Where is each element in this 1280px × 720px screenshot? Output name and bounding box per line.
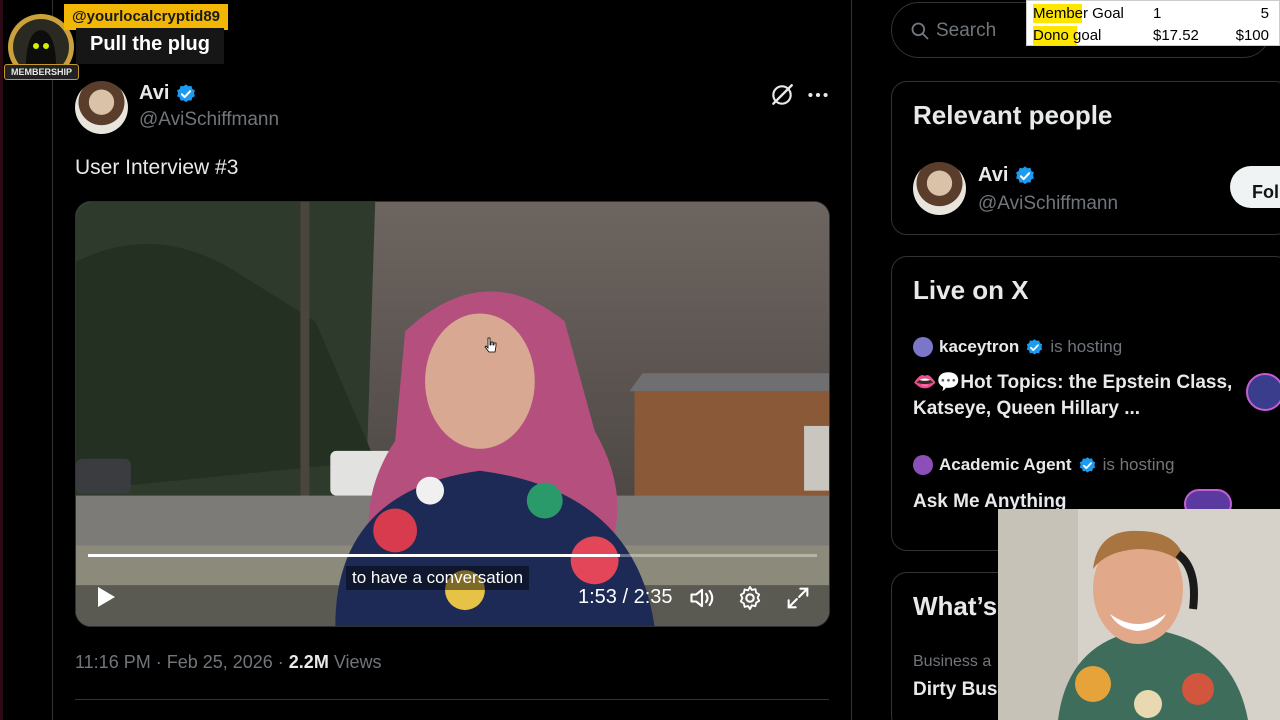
left-edge xyxy=(0,0,3,720)
relevant-people-card: Relevant people Avi @AviSchiffmann Fol xyxy=(891,81,1280,235)
settings-gear-icon[interactable] xyxy=(736,584,764,612)
search-icon xyxy=(911,22,929,40)
video-time: 1:53 / 2:35 xyxy=(578,586,673,608)
overlay-title: Pull the plug xyxy=(76,28,224,64)
dono-goal-current: $17.52 xyxy=(1153,27,1199,44)
trends-title: What’s xyxy=(913,591,998,621)
post-meta: 11:16 PM · Feb 25, 2026 · 2.2M Views xyxy=(75,652,382,673)
trend-name[interactable]: Dirty Bus xyxy=(913,679,997,701)
dono-goal-target: $100 xyxy=(1235,27,1269,44)
author-name-row[interactable]: Avi xyxy=(139,82,197,105)
webcam-feed xyxy=(998,509,1280,720)
membership-tag: MEMBERSHIP xyxy=(4,64,80,80)
trend-category: Business a xyxy=(913,653,992,670)
member-goal-row: Member Goal 1 5 xyxy=(1033,3,1277,23)
dono-goal-label: Dono goal xyxy=(1033,27,1102,44)
author-name[interactable]: Avi xyxy=(139,82,169,105)
overlay-username: @yourlocalcryptid89 xyxy=(64,4,229,30)
relevant-people-title: Relevant people xyxy=(913,100,1113,130)
host-name[interactable]: Academic Agent xyxy=(939,455,1072,475)
post-column: Avi @AviSchiffmann User Interview #3 to … xyxy=(52,0,852,720)
space-host-row[interactable]: kaceytron is hosting xyxy=(913,337,1122,357)
person-name-row[interactable]: Avi xyxy=(978,164,1036,187)
fullscreen-icon[interactable] xyxy=(784,584,812,612)
member-goal-target: 5 xyxy=(1260,5,1269,22)
author-avatar[interactable] xyxy=(75,81,128,134)
divider xyxy=(75,699,829,700)
video-player[interactable]: to have a conversation 1:53 / 2:35 xyxy=(75,201,830,627)
post-text: User Interview #3 xyxy=(75,156,239,179)
person-name[interactable]: Avi xyxy=(978,164,1008,187)
verified-badge-icon xyxy=(177,83,196,102)
video-frame xyxy=(76,202,829,626)
space-host-avatar[interactable] xyxy=(1246,373,1280,411)
member-goal-current: 1 xyxy=(1153,5,1162,22)
dono-goal-row: Dono goal $17.52 $100 xyxy=(1033,25,1277,45)
person-avatar[interactable] xyxy=(913,162,966,215)
member-goal-label: Member Goal xyxy=(1033,5,1124,22)
space-host-row[interactable]: Academic Agent is hosting xyxy=(913,455,1174,475)
host-avatar xyxy=(913,337,933,357)
views-label: Views xyxy=(328,652,382,672)
host-name[interactable]: kaceytron xyxy=(939,337,1019,357)
video-progress-fill xyxy=(88,554,621,557)
host-avatar xyxy=(913,455,933,475)
play-icon[interactable] xyxy=(94,584,118,610)
webcam-image xyxy=(998,509,1280,720)
follow-button[interactable]: Fol xyxy=(1230,166,1280,208)
host-suffix: is hosting xyxy=(1050,337,1123,356)
views-count: 2.2M xyxy=(288,652,329,672)
person-handle[interactable]: @AviSchiffmann xyxy=(978,193,1118,215)
video-caption: to have a conversation xyxy=(346,566,530,590)
post-timestamp[interactable]: 11:16 PM · Feb 25, 2026 · xyxy=(75,652,289,672)
goals-panel: Member Goal 1 5 Dono goal $17.52 $100 xyxy=(1026,0,1280,46)
space-title[interactable]: 👄💬Hot Topics: the Epstein Class, Katseye… xyxy=(913,370,1243,422)
verified-badge-icon xyxy=(1016,165,1035,184)
live-title: Live on X xyxy=(913,275,1029,305)
author-handle[interactable]: @AviSchiffmann xyxy=(139,109,279,131)
more-options-icon[interactable] xyxy=(805,82,831,108)
live-on-x-card: Live on X kaceytron is hosting 👄💬Hot Top… xyxy=(891,256,1280,551)
verified-badge-icon xyxy=(1027,338,1043,355)
host-suffix: is hosting xyxy=(1102,455,1175,474)
grok-icon[interactable] xyxy=(769,82,795,108)
volume-icon[interactable] xyxy=(688,584,716,612)
video-progress-bar[interactable] xyxy=(88,554,817,557)
verified-badge-icon xyxy=(1079,456,1095,473)
mouse-cursor-icon xyxy=(484,337,497,353)
search-input[interactable]: Search xyxy=(936,20,996,42)
